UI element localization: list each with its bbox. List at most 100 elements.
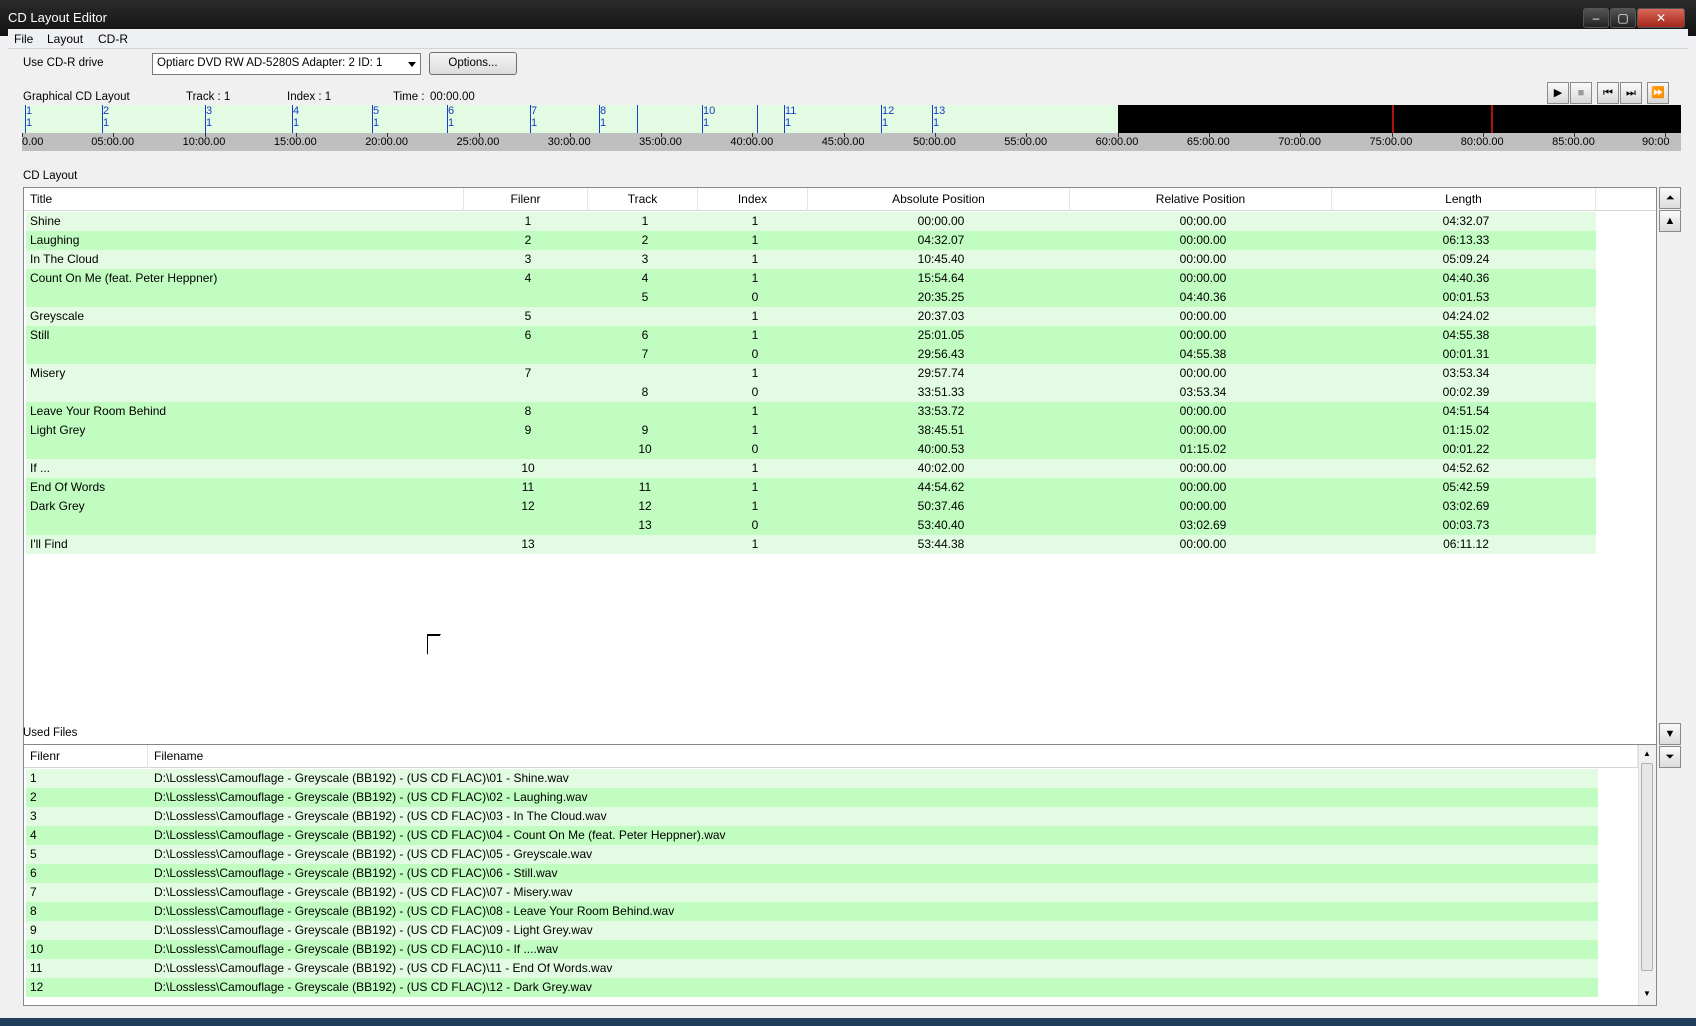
timeline-track-number: 1 — [26, 105, 33, 117]
used-files-row[interactable]: 5 D:\Lossless\Camouflage - Greyscale (BB1… — [26, 845, 1598, 864]
cd-layout-cell: 1 — [751, 499, 759, 513]
cd-layout-row[interactable]: 8 0 33:51.33 03:53.34 00:02.39 — [26, 383, 1596, 402]
cd-layout-row[interactable]: Count On Me (feat. Peter Heppner) 4 4 1 15:5… — [26, 269, 1596, 288]
cd-layout-cell: 7 — [641, 347, 649, 361]
cd-layout-cell: 1 — [751, 214, 759, 228]
cd-layout-column-header[interactable]: Absolute Position — [808, 188, 1070, 211]
cd-layout-row[interactable]: Greyscale 5 1 20:37.03 00:00.00 04:24.02 — [26, 307, 1596, 326]
used-files-cell: 11 — [30, 961, 43, 975]
menu-layout[interactable]: Layout — [47, 32, 83, 46]
used-files-row[interactable]: 6 D:\Lossless\Camouflage - Greyscale (BB1… — [26, 864, 1598, 883]
cd-layout-column-header[interactable]: Filenr — [464, 188, 588, 211]
stop-button[interactable]: ■ — [1570, 82, 1592, 104]
used-files-cell: 9 — [30, 923, 37, 937]
menu-file[interactable]: File — [14, 32, 33, 46]
cd-layout-row[interactable]: 10 0 40:00.53 01:15.02 00:01.22 — [26, 440, 1596, 459]
cd-layout-cell: 9 — [641, 423, 649, 437]
menu-cdr[interactable]: CD-R — [98, 32, 128, 46]
used-files-row[interactable]: 11 D:\Lossless\Camouflage - Greyscale (BB… — [26, 959, 1598, 978]
cd-layout-cell — [466, 440, 590, 459]
cd-layout-row[interactable]: In The Cloud 3 3 1 10:45.40 00:00.00 05:09.24 — [26, 250, 1596, 269]
cd-layout-row[interactable]: 13 0 53:40.40 03:02.69 00:03.73 — [26, 516, 1596, 535]
scroll-up-icon[interactable]: ▲ — [1643, 749, 1651, 758]
cd-layout-row[interactable]: Misery 7 1 29:57.74 00:00.00 03:53.34 — [26, 364, 1596, 383]
cd-layout-cell: 50:37.46 — [917, 499, 965, 513]
used-files-row[interactable]: 1 D:\Lossless\Camouflage - Greyscale (BB1… — [26, 769, 1598, 788]
close-button[interactable]: ✕ — [1637, 8, 1685, 28]
move-down-button[interactable]: ▼ — [1659, 723, 1681, 745]
move-up-button[interactable]: ▲ — [1659, 210, 1681, 232]
cd-layout-column-header[interactable]: Track — [588, 188, 698, 211]
cd-layout-cell: 1 — [751, 404, 759, 418]
move-to-bottom-button[interactable]: ⏷ — [1659, 746, 1681, 768]
used-files-row[interactable]: 12 D:\Lossless\Camouflage - Greyscale (BB… — [26, 978, 1598, 997]
cd-layout-row[interactable]: If ... 10 1 40:02.00 00:00.00 04:52.62 — [26, 459, 1596, 478]
maximize-button[interactable]: ▢ — [1610, 8, 1636, 28]
used-files-column-header[interactable]: Filenr — [24, 745, 148, 768]
next-track-button[interactable]: ⏭ — [1620, 82, 1642, 104]
cd-layout-label: CD Layout — [23, 170, 78, 182]
cd-layout-cell — [590, 364, 700, 383]
cd-layout-cell: 04:32.07 — [917, 233, 965, 247]
cd-layout-cell: 53:40.40 — [917, 518, 965, 532]
used-files-column-header[interactable]: Filename — [148, 745, 1638, 768]
track-readout: Track : 1 — [186, 91, 231, 103]
cdr-drive-select[interactable]: Optiarc DVD RW AD-5280S Adapter: 2 ID: 1 — [152, 53, 421, 75]
used-files-row[interactable]: 8 D:\Lossless\Camouflage - Greyscale (BB1… — [26, 902, 1598, 921]
scroll-down-icon[interactable]: ▼ — [1643, 989, 1651, 998]
used-files-scroll-thumb[interactable] — [1641, 763, 1653, 971]
cd-layout-row[interactable]: Still 6 6 1 25:01.05 00:00.00 04:55.38 — [26, 326, 1596, 345]
cd-layout-row[interactable]: 7 0 29:56.43 04:55.38 00:01.31 — [26, 345, 1596, 364]
timeline-time-label: 75:00.00 — [1369, 136, 1413, 148]
cd-layout-table[interactable]: Title Filenr Track Index Absolute Position Re… — [23, 187, 1657, 769]
cd-layout-cell: 03:53.34 — [1179, 385, 1227, 399]
cdr-drive-selected: Optiarc DVD RW AD-5280S Adapter: 2 ID: 1 — [157, 57, 383, 69]
cd-layout-cell: 04:32.07 — [1442, 214, 1490, 228]
fast-forward-button[interactable]: ⏩ — [1647, 82, 1669, 104]
used-files-row[interactable]: 3 D:\Lossless\Camouflage - Greyscale (BB1… — [26, 807, 1598, 826]
used-files-row[interactable]: 9 D:\Lossless\Camouflage - Greyscale (BB1… — [26, 921, 1598, 940]
used-files-row[interactable]: 4 D:\Lossless\Camouflage - Greyscale (BB1… — [26, 826, 1598, 845]
used-files-cell: D:\Lossless\Camouflage - Greyscale (BB19… — [154, 771, 569, 785]
timeline-index-marker[interactable] — [757, 105, 758, 133]
cd-layout-cell: 53:44.38 — [917, 537, 965, 551]
cd-layout-row[interactable]: Leave Your Room Behind 8 1 33:53.72 00:00.00… — [26, 402, 1596, 421]
cd-layout-column-header[interactable]: Length — [1332, 188, 1596, 211]
cd-layout-column-header[interactable]: Index — [698, 188, 808, 211]
cd-layout-column-header[interactable]: Relative Position — [1070, 188, 1332, 211]
client-area: Use CD-R drive Optiarc DVD RW AD-5280S A… — [8, 49, 1688, 1021]
cd-layout-row[interactable]: Light Grey 9 9 1 38:45.51 00:00.00 01:15.02 — [26, 421, 1596, 440]
cd-layout-cell — [466, 383, 590, 402]
cd-layout-row[interactable]: Laughing 2 2 1 04:32.07 00:00.00 06:13.33 — [26, 231, 1596, 250]
options-button[interactable]: Options... — [429, 52, 517, 75]
move-to-top-button[interactable]: ⏶ — [1659, 187, 1681, 209]
cd-layout-row[interactable]: I'll Find 13 1 53:44.38 00:00.00 06:11.12 — [26, 535, 1596, 554]
play-button[interactable]: ▶ — [1547, 82, 1569, 104]
cd-layout-row[interactable]: 5 0 20:35.25 04:40.36 00:01.53 — [26, 288, 1596, 307]
time-label: Time : — [393, 91, 425, 103]
cd-layout-row[interactable]: Shine 1 1 1 00:00.00 00:00.00 04:32.07 — [26, 212, 1596, 231]
used-files-row[interactable]: 10 D:\Lossless\Camouflage - Greyscale (BB… — [26, 940, 1598, 959]
cd-layout-cell: 8 — [641, 385, 649, 399]
used-files-row[interactable]: 2 D:\Lossless\Camouflage - Greyscale (BB1… — [26, 788, 1598, 807]
skip-forward-icon: ⏭ — [1626, 87, 1636, 99]
cd-layout-column-header[interactable]: Title — [24, 188, 464, 211]
time-readout: 00:00.00 — [430, 91, 475, 103]
cd-layout-cell: 8 — [524, 404, 532, 418]
graphical-cd-timeline[interactable]: 1 1 2 1 3 1 4 1 5 1 6 1 7 1 8 1 10 1 11 1 12 1 13 1 0.00 05:00.00… — [22, 105, 1681, 151]
timeline-index-marker[interactable] — [637, 105, 638, 133]
move-top-icon: ⏶ — [1665, 192, 1675, 204]
previous-track-button[interactable]: ⏮ — [1597, 82, 1619, 104]
move-down-icon: ▼ — [1664, 728, 1676, 740]
used-files-scrollbar[interactable]: ▲ ▼ — [1638, 745, 1656, 1005]
minimize-button[interactable]: – — [1583, 8, 1609, 28]
timeline-time-label: 65:00.00 — [1186, 136, 1230, 148]
cd-layout-cell: 00:00.00 — [1179, 309, 1227, 323]
used-files-cell: D:\Lossless\Camouflage - Greyscale (BB19… — [154, 809, 607, 823]
used-files-row[interactable]: 7 D:\Lossless\Camouflage - Greyscale (BB1… — [26, 883, 1598, 902]
cd-layout-row[interactable]: End Of Words 11 11 1 44:54.62 00:00.00 05:42.5… — [26, 478, 1596, 497]
cd-layout-row[interactable]: Dark Grey 12 12 1 50:37.46 00:00.00 03:02.69 — [26, 497, 1596, 516]
cd-layout-cell: 0 — [751, 442, 759, 456]
used-files-table[interactable]: Filenr Filename 1 D:\Lossless\Camouflage -… — [23, 744, 1657, 1006]
used-files-cell: D:\Lossless\Camouflage - Greyscale (BB19… — [154, 847, 593, 861]
